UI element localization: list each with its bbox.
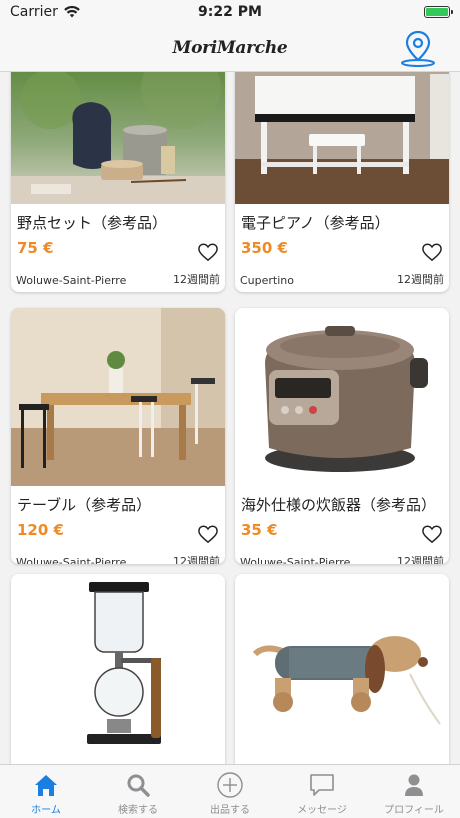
heart-icon[interactable] bbox=[197, 242, 219, 262]
tab-profile[interactable]: プロフィール bbox=[368, 765, 460, 818]
location-pin-icon[interactable] bbox=[398, 28, 438, 68]
item-title: テーブル（参考品） bbox=[17, 496, 152, 514]
item-image bbox=[235, 574, 449, 764]
item-time: 12週間前 bbox=[173, 273, 220, 286]
status-left: Carrier bbox=[10, 4, 160, 20]
chat-icon bbox=[310, 774, 334, 796]
item-location: Woluwe-Saint-Pierre bbox=[16, 274, 127, 287]
item-card[interactable]: 野点セット（参考品） 75 € Woluwe-Saint-Pierre 12週間… bbox=[11, 72, 225, 292]
item-image bbox=[235, 72, 449, 204]
item-image bbox=[235, 308, 449, 486]
heart-icon[interactable] bbox=[421, 242, 443, 262]
item-title: 電子ピアノ（参考品） bbox=[241, 214, 390, 232]
item-body: テーブル（参考品） 120 € Woluwe-Saint-Pierre 12週間… bbox=[11, 486, 225, 564]
battery-icon bbox=[424, 6, 453, 18]
item-card[interactable]: テーブル（参考品） 120 € Woluwe-Saint-Pierre 12週間… bbox=[11, 308, 225, 564]
home-icon bbox=[35, 775, 57, 796]
item-location: Woluwe-Saint-Pierre bbox=[16, 556, 127, 564]
search-icon bbox=[127, 774, 150, 797]
carrier-label: Carrier bbox=[10, 4, 58, 20]
heart-icon[interactable] bbox=[197, 524, 219, 544]
tab-sell[interactable]: 出品する bbox=[184, 765, 276, 818]
item-card[interactable]: 海外仕様の炊飯器（参考品） 35 € Woluwe-Saint-Pierre 1… bbox=[235, 308, 449, 564]
tab-label: 検索する bbox=[118, 805, 158, 816]
app-title: MoriMarche bbox=[172, 37, 288, 58]
item-price: 120 € bbox=[17, 521, 64, 539]
tab-home[interactable]: ホーム bbox=[0, 765, 92, 818]
tab-label: 出品する bbox=[210, 805, 250, 816]
item-title: 海外仕様の炊飯器（参考品） bbox=[241, 496, 437, 514]
item-price: 350 € bbox=[241, 239, 288, 257]
item-price: 35 € bbox=[241, 521, 278, 539]
item-time: 12週間前 bbox=[397, 555, 444, 564]
wifi-icon bbox=[64, 6, 80, 18]
tab-search[interactable]: 検索する bbox=[92, 765, 184, 818]
tab-label: ホーム bbox=[31, 805, 61, 816]
item-time: 12週間前 bbox=[173, 555, 220, 564]
item-image bbox=[11, 308, 225, 486]
tab-label: メッセージ bbox=[297, 805, 347, 816]
item-price: 75 € bbox=[17, 239, 54, 257]
item-card[interactable] bbox=[235, 574, 449, 764]
item-image bbox=[11, 574, 225, 764]
item-body: 海外仕様の炊飯器（参考品） 35 € Woluwe-Saint-Pierre 1… bbox=[235, 486, 449, 564]
item-location: Woluwe-Saint-Pierre bbox=[240, 556, 351, 564]
item-body: 電子ピアノ（参考品） 350 € Cupertino 12週間前 bbox=[235, 204, 449, 290]
item-card[interactable]: 電子ピアノ（参考品） 350 € Cupertino 12週間前 bbox=[235, 72, 449, 292]
status-time: 9:22 PM bbox=[198, 4, 262, 20]
item-location: Cupertino bbox=[240, 274, 294, 287]
tab-messages[interactable]: メッセージ bbox=[276, 765, 368, 818]
nav-bar: MoriMarche bbox=[0, 24, 460, 72]
item-body: 野点セット（参考品） 75 € Woluwe-Saint-Pierre 12週間… bbox=[11, 204, 225, 290]
person-icon bbox=[405, 774, 423, 796]
heart-icon[interactable] bbox=[421, 524, 443, 544]
status-bar: Carrier 9:22 PM bbox=[0, 0, 460, 24]
tab-bar: ホーム 検索する 出品する メッセージ プロフィール bbox=[0, 764, 460, 818]
item-image bbox=[11, 72, 225, 204]
item-card[interactable] bbox=[11, 574, 225, 764]
status-right bbox=[300, 6, 453, 18]
tab-label: プロフィール bbox=[384, 805, 444, 816]
item-grid: 野点セット（参考品） 75 € Woluwe-Saint-Pierre 12週間… bbox=[0, 72, 460, 764]
item-time: 12週間前 bbox=[397, 273, 444, 286]
plus-circle-icon bbox=[217, 772, 243, 798]
item-title: 野点セット（参考品） bbox=[17, 214, 168, 232]
